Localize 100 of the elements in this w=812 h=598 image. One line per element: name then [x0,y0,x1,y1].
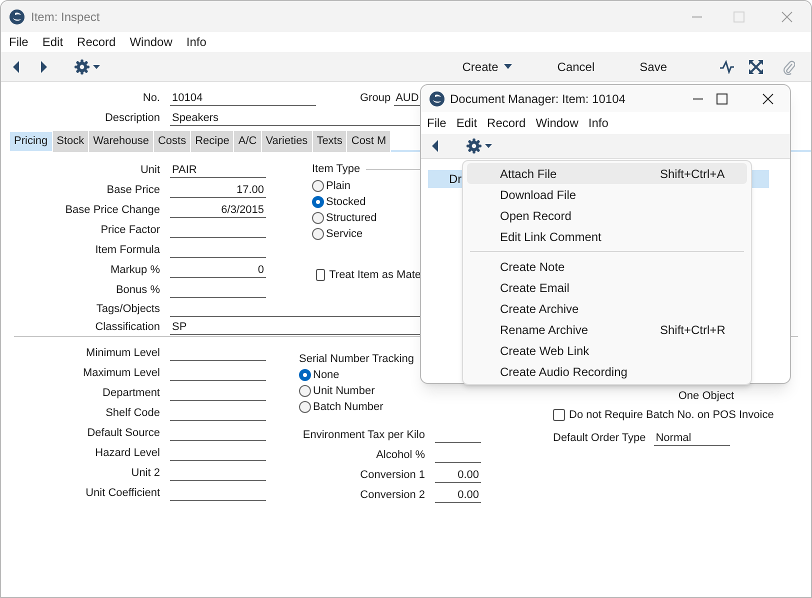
field-label: Environment Tax per Kilo [302,428,425,443]
field-label: Unit Coefficient [84,486,160,501]
checkbox[interactable] [553,409,565,421]
shortcut-text: Shift+Ctrl+R [660,322,726,338]
field-label: No. [142,90,160,106]
field-label: Conversion 1 [359,468,425,483]
field-label: Markup % [109,262,160,278]
gear-menu-icon[interactable] [466,138,494,154]
maximize-icon[interactable] [716,92,728,104]
window-title: Document Manager: Item: 10104 [450,90,626,108]
menu-item[interactable]: Create Web Link [467,340,747,361]
menu-item[interactable]: Edit [456,114,478,132]
menu-item[interactable]: Create Audio Recording [467,361,747,382]
tab[interactable]: A/C [234,131,262,152]
app-logo-icon [9,8,25,24]
field-value: One Object [678,388,734,404]
app-logo-icon [429,90,445,106]
menu-item[interactable]: Attach File Shift+Ctrl+A [467,163,747,184]
menu-item[interactable]: File [427,114,446,132]
menu-item[interactable]: Open Record [467,205,747,226]
gear-menu-icon[interactable] [74,58,102,74]
field-label: Bonus % [114,282,160,298]
shortcut-text: Shift+Ctrl+A [660,166,725,182]
menu-item[interactable]: Download File [467,184,747,205]
menu-item[interactable]: Record [77,33,116,51]
menu-item[interactable]: Create Archive [467,298,747,319]
checkbox-label: Treat Item as Mate [329,268,421,283]
radio-button[interactable] [299,369,311,381]
radio-button[interactable] [312,180,324,192]
menu-item[interactable]: Info [588,114,608,132]
radio-label: Stocked [326,194,366,210]
group-label: Item Type [312,162,360,177]
radio-button[interactable] [312,228,324,240]
radio-label: None [313,368,340,383]
menu-item[interactable]: Create Note [467,256,747,277]
toolbar-button[interactable]: Cancel [557,58,595,76]
field-label: Classification [94,320,160,335]
toolbar-button[interactable]: Save [640,58,667,76]
menu-item[interactable]: File [9,33,28,51]
input-field[interactable]: 6/3/2015 [170,202,266,218]
field-label: Base Price [106,182,160,198]
field-label: Default Source [86,426,160,441]
tab[interactable]: Pricing [9,131,53,152]
menu-item[interactable]: Window [130,33,172,51]
field-label: Default Order Type [553,430,646,446]
checkbox-label: Do not Require Batch No. on POS Invoice [569,408,774,423]
menu-item[interactable]: Edit Link Comment [467,226,747,247]
tab[interactable]: Stock [52,131,90,152]
field-label: Unit 2 [130,466,160,481]
close-icon[interactable] [762,92,774,104]
menu-item[interactable]: Info [186,33,206,51]
forward-arrow-icon[interactable] [40,60,48,72]
field-label: Alcohol % [375,448,425,463]
group-label: Serial Number Tracking [299,352,414,367]
menu-item[interactable]: Edit [42,33,64,51]
radio-label: Batch Number [313,400,384,415]
expand-icon[interactable] [749,60,763,74]
maximize-icon [733,10,745,22]
field-label: Tags/Objects [95,302,160,317]
field-label: Description [104,110,160,126]
back-arrow-icon[interactable] [12,60,20,72]
field-label: Shelf Code [104,406,160,421]
menu-item[interactable]: Rename Archive Shift+Ctrl+R [467,319,747,340]
input-field[interactable]: 10104 [170,90,316,106]
tab[interactable]: Costs [154,131,192,152]
menu-item[interactable]: Window [536,114,578,132]
radio-button[interactable] [299,385,311,397]
tab[interactable]: Recipe [191,131,234,152]
menu-item[interactable]: Create Email [467,277,747,298]
field-label: Conversion 2 [359,488,425,503]
field-label: Item Formula [94,242,160,258]
paperclip-icon[interactable] [783,58,795,74]
toolbar-button[interactable]: Create [462,58,512,76]
menu-item[interactable]: Record [487,114,526,132]
radio-button[interactable] [312,196,324,208]
field-label: Hazard Level [94,446,160,461]
tab[interactable]: Warehouse [89,131,154,152]
input-field[interactable]: 0 [170,262,266,278]
window-title: Item: Inspect [31,8,100,26]
radio-button[interactable] [312,212,324,224]
input-field[interactable]: 0.00 [435,487,481,503]
input-field[interactable]: Normal [654,430,730,446]
field-label: Maximum Level [82,366,160,381]
input-field[interactable]: PAIR [170,162,266,178]
field-label: Minimum Level [85,346,160,361]
tab[interactable]: Varieties [262,131,313,152]
field-label: Department [102,386,160,401]
activity-icon[interactable] [719,60,735,74]
checkbox[interactable] [316,269,326,281]
back-arrow-icon[interactable] [431,140,439,152]
radio-label: Service [326,226,363,242]
field-label: Price Factor [100,222,160,238]
radio-label: Plain [326,178,350,194]
tab[interactable]: Texts [312,131,348,152]
tab[interactable]: Cost M [347,131,392,152]
radio-button[interactable] [299,401,311,413]
input-field[interactable]: 17.00 [170,182,266,198]
field-label: Group [360,90,391,106]
input-field[interactable]: 0.00 [435,467,481,483]
field-label: Unit [139,162,160,178]
